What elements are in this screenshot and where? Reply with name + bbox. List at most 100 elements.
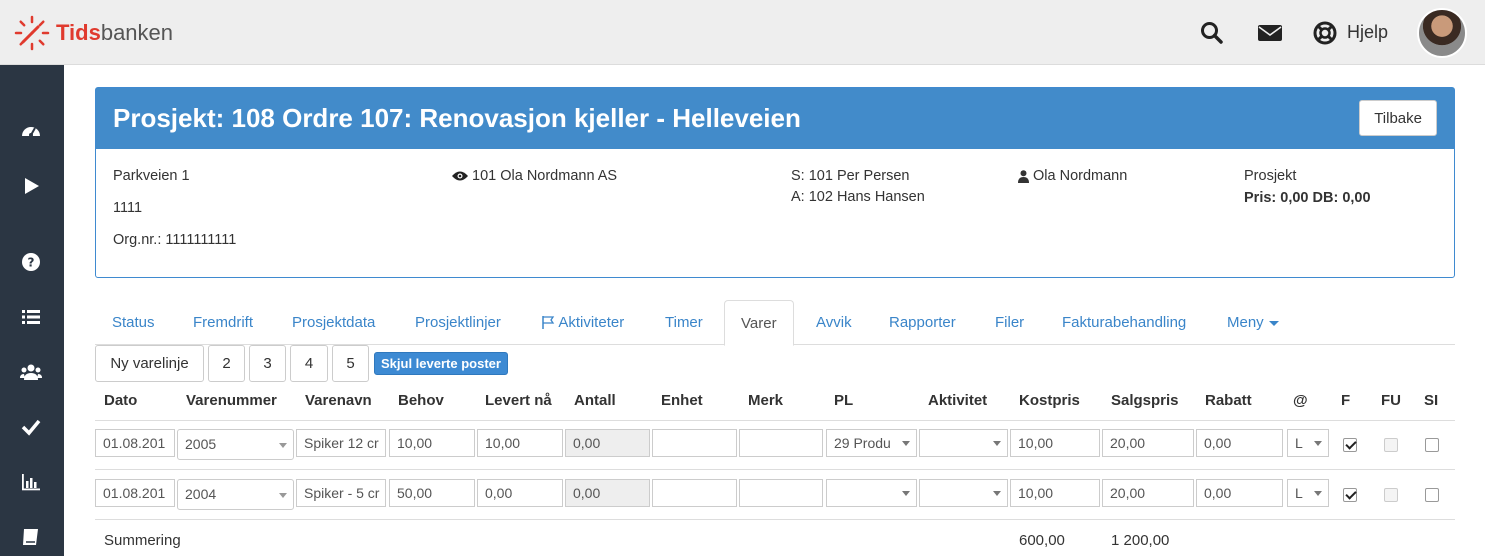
brand-name[interactable]: Tidsbanken [56, 20, 173, 46]
item-number-value: 2005 [185, 436, 217, 452]
discount-input[interactable]: 0,00 [1196, 429, 1283, 457]
chevron-down-icon [1314, 491, 1322, 496]
tab-prosjektlinjer[interactable]: Prosjektlinjer [415, 300, 501, 345]
cost-price-input[interactable]: 10,00 [1010, 429, 1100, 457]
dashboard-icon[interactable] [20, 120, 42, 142]
responsible: A: 102 Hans Hansen [791, 189, 925, 205]
summary-cost: 600,00 [1019, 532, 1065, 549]
seller: S: 101 Per Persen [791, 168, 910, 184]
tab-meny[interactable]: Meny [1227, 300, 1279, 345]
bar-chart-icon[interactable] [20, 471, 42, 493]
tab-prosjektdata[interactable]: Prosjektdata [292, 300, 375, 345]
sale-price-input[interactable]: 20,00 [1102, 479, 1194, 507]
col-varenummer: Varenummer [186, 392, 277, 409]
pl-select[interactable]: 29 Produ [826, 429, 917, 457]
item-name-input[interactable]: Spiker 12 cr [296, 429, 386, 457]
caret-down-icon [1268, 320, 1279, 326]
date-input[interactable]: 01.08.201 [95, 479, 175, 507]
tab-rapporter[interactable]: Rapporter [889, 300, 956, 345]
cost-price-input[interactable]: 10,00 [1010, 479, 1100, 507]
activity-select[interactable] [919, 479, 1008, 507]
col-aktivitet: Aktivitet [928, 392, 988, 409]
item-number-value: 2004 [185, 486, 217, 502]
tab-aktiviteter-label: Aktiviteter [558, 314, 625, 331]
price-summary: Pris: 0,00 DB: 0,00 [1244, 190, 1371, 206]
tab-fremdrift[interactable]: Fremdrift [193, 300, 253, 345]
row-divider [95, 469, 1455, 470]
col-fu: FU [1381, 392, 1401, 409]
col-salgspris: Salgspris [1111, 392, 1179, 409]
delivered-input[interactable]: 10,00 [477, 429, 563, 457]
col-enhet: Enhet [661, 392, 703, 409]
row-divider [95, 519, 1455, 520]
chevron-down-icon [1314, 441, 1322, 446]
check-icon[interactable] [20, 416, 42, 438]
summary-label: Summering [104, 532, 181, 549]
need-input[interactable]: 10,00 [389, 429, 475, 457]
users-icon[interactable] [20, 361, 42, 383]
fu-checkbox [1384, 488, 1398, 502]
org-number: Org.nr.: 1111111111 [113, 232, 237, 248]
book-icon[interactable] [20, 526, 42, 548]
user-avatar[interactable] [1417, 8, 1467, 58]
play-icon[interactable] [20, 175, 42, 197]
col-behov: Behov [398, 392, 444, 409]
row-divider [95, 420, 1455, 421]
si-checkbox[interactable] [1425, 438, 1439, 452]
sale-price-input[interactable]: 20,00 [1102, 429, 1194, 457]
tab-status[interactable]: Status [112, 300, 155, 345]
col-at: @ [1293, 392, 1308, 409]
tab-filer[interactable]: Filer [995, 300, 1024, 345]
tab-fakturabehandling[interactable]: Fakturabehandling [1062, 300, 1186, 345]
pl-select[interactable] [826, 479, 917, 507]
fu-checkbox [1384, 438, 1398, 452]
unit-input[interactable] [652, 479, 737, 507]
col-f: F [1341, 392, 1351, 409]
mark-input[interactable] [739, 479, 823, 507]
f-checkbox[interactable] [1343, 438, 1357, 452]
item-number-select[interactable]: 2004 [177, 479, 294, 510]
back-button[interactable]: Tilbake [1359, 100, 1437, 136]
item-number-select[interactable]: 2005 [177, 429, 294, 460]
at-select[interactable]: L [1287, 429, 1329, 457]
page-button-5[interactable]: 5 [332, 345, 369, 382]
tab-timer[interactable]: Timer [665, 300, 703, 345]
customer-link[interactable]: 101 Ola Nordmann AS [472, 168, 617, 184]
tab-avvik[interactable]: Avvik [816, 300, 852, 345]
tab-bar: Status Fremdrift Prosjektdata Prosjektli… [95, 300, 1455, 346]
new-line-button[interactable]: Ny varelinje [95, 345, 204, 382]
date-input[interactable]: 01.08.201 [95, 429, 175, 457]
tab-aktiviteter[interactable]: Aktiviteter [541, 300, 624, 345]
col-antall: Antall [574, 392, 616, 409]
mail-icon[interactable] [1257, 20, 1283, 46]
col-dato: Dato [104, 392, 138, 409]
chevron-down-icon [902, 441, 910, 446]
top-bar: Tidsbanken Hjelp [0, 0, 1485, 65]
f-checkbox[interactable] [1343, 488, 1357, 502]
search-icon[interactable] [1199, 20, 1225, 46]
hide-delivered-button[interactable]: Skjul leverte poster [374, 352, 508, 375]
user-icon [1018, 170, 1029, 183]
page-button-2[interactable]: 2 [208, 345, 245, 382]
sidebar: ? [0, 65, 64, 556]
delivered-input[interactable]: 0,00 [477, 479, 563, 507]
tab-meny-label: Meny [1227, 314, 1264, 331]
list-icon[interactable] [20, 306, 42, 328]
help-lifebuoy-icon[interactable] [1312, 20, 1338, 46]
tab-varer[interactable]: Varer [724, 300, 794, 346]
discount-input[interactable]: 0,00 [1196, 479, 1283, 507]
logo-icon [14, 15, 50, 51]
item-name-input[interactable]: Spiker - 5 cr [296, 479, 386, 507]
project-header: Prosjekt: 108 Ordre 107: Renovasjon kjel… [96, 88, 1454, 149]
page-button-4[interactable]: 4 [290, 345, 328, 382]
si-checkbox[interactable] [1425, 488, 1439, 502]
mark-input[interactable] [739, 429, 823, 457]
unit-input[interactable] [652, 429, 737, 457]
at-value: L [1295, 435, 1303, 451]
question-icon[interactable]: ? [20, 251, 42, 273]
activity-select[interactable] [919, 429, 1008, 457]
at-select[interactable]: L [1287, 479, 1329, 507]
page-button-3[interactable]: 3 [249, 345, 286, 382]
need-input[interactable]: 50,00 [389, 479, 475, 507]
help-link[interactable]: Hjelp [1347, 22, 1388, 43]
